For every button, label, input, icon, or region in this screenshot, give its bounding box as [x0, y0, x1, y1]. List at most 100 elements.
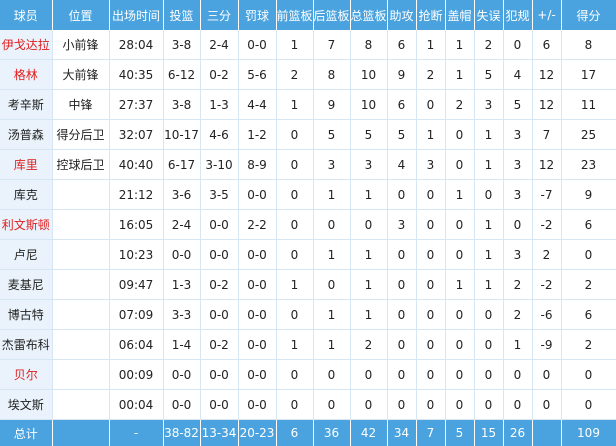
cell-defensive-rebounds: 1 — [313, 180, 350, 210]
cell-position — [52, 180, 109, 210]
cell-points: 2 — [561, 270, 616, 300]
cell-offensive-rebounds: 1 — [276, 330, 313, 360]
column-header-free-throws: 罚球 — [238, 0, 276, 30]
player-row: 格林大前锋40:356-120-25-62810921541217 — [0, 60, 616, 90]
column-header-field-goals: 投篮 — [163, 0, 200, 30]
cell-turnovers: 0 — [474, 360, 503, 390]
cell-points: 9 — [561, 180, 616, 210]
cell-steals: 3 — [416, 150, 445, 180]
player-name: 汤普森 — [0, 120, 52, 150]
cell-plus-minus: -9 — [532, 330, 561, 360]
player-name[interactable]: 格林 — [0, 60, 52, 90]
cell-total-rebounds: 1 — [350, 270, 387, 300]
player-name[interactable]: 贝尔 — [0, 360, 52, 390]
cell-field-goals: 3-8 — [163, 30, 200, 60]
cell-turnovers: 0 — [474, 300, 503, 330]
total-total-rebounds: 42 — [350, 420, 387, 446]
column-header-minutes: 出场时间 — [109, 0, 163, 30]
player-name: 杰雷布科 — [0, 330, 52, 360]
cell-three-pointers: 0-2 — [200, 330, 238, 360]
cell-turnovers: 1 — [474, 150, 503, 180]
cell-field-goals: 1-3 — [163, 270, 200, 300]
cell-three-pointers: 0-2 — [200, 270, 238, 300]
cell-offensive-rebounds: 0 — [276, 120, 313, 150]
total-free-throws: 20-23 — [238, 420, 276, 446]
cell-total-rebounds: 8 — [350, 30, 387, 60]
total-plus-minus — [532, 420, 561, 446]
cell-offensive-rebounds: 0 — [276, 390, 313, 420]
cell-total-rebounds: 2 — [350, 330, 387, 360]
cell-steals: 0 — [416, 240, 445, 270]
cell-plus-minus: 2 — [532, 240, 561, 270]
cell-points: 8 — [561, 30, 616, 60]
total-assists: 34 — [387, 420, 416, 446]
cell-steals: 0 — [416, 330, 445, 360]
cell-free-throws: 0-0 — [238, 180, 276, 210]
cell-assists: 0 — [387, 240, 416, 270]
cell-offensive-rebounds: 1 — [276, 30, 313, 60]
cell-three-pointers: 1-3 — [200, 90, 238, 120]
cell-turnovers: 1 — [474, 270, 503, 300]
cell-turnovers: 1 — [474, 210, 503, 240]
cell-fouls: 0 — [503, 30, 532, 60]
player-name[interactable]: 利文斯顿 — [0, 210, 52, 240]
cell-free-throws: 1-2 — [238, 120, 276, 150]
cell-field-goals: 10-17 — [163, 120, 200, 150]
cell-three-pointers: 2-4 — [200, 30, 238, 60]
cell-blocks: 2 — [445, 90, 474, 120]
cell-steals: 0 — [416, 180, 445, 210]
cell-plus-minus: 7 — [532, 120, 561, 150]
cell-turnovers: 2 — [474, 30, 503, 60]
column-header-position: 位置 — [52, 0, 109, 30]
cell-three-pointers: 4-6 — [200, 120, 238, 150]
cell-plus-minus: 12 — [532, 90, 561, 120]
column-header-total-rebounds: 总篮板 — [350, 0, 387, 30]
cell-position: 小前锋 — [52, 30, 109, 60]
cell-offensive-rebounds: 0 — [276, 180, 313, 210]
cell-free-throws: 0-0 — [238, 240, 276, 270]
total-offensive-rebounds: 6 — [276, 420, 313, 446]
total-blocks: 5 — [445, 420, 474, 446]
player-name: 埃文斯 — [0, 390, 52, 420]
cell-free-throws: 2-2 — [238, 210, 276, 240]
cell-turnovers: 0 — [474, 180, 503, 210]
cell-points: 0 — [561, 360, 616, 390]
cell-field-goals: 1-4 — [163, 330, 200, 360]
cell-total-rebounds: 0 — [350, 360, 387, 390]
cell-three-pointers: 0-0 — [200, 300, 238, 330]
column-header-turnovers: 失误 — [474, 0, 503, 30]
total-position — [52, 420, 109, 446]
cell-position — [52, 360, 109, 390]
cell-field-goals: 0-0 — [163, 360, 200, 390]
cell-offensive-rebounds: 0 — [276, 300, 313, 330]
cell-minutes: 10:23 — [109, 240, 163, 270]
cell-three-pointers: 0-0 — [200, 210, 238, 240]
player-row: 伊戈达拉小前锋28:043-82-40-01786112068 — [0, 30, 616, 60]
cell-minutes: 32:07 — [109, 120, 163, 150]
cell-defensive-rebounds: 1 — [313, 240, 350, 270]
cell-turnovers: 1 — [474, 120, 503, 150]
cell-position — [52, 240, 109, 270]
column-header-assists: 助攻 — [387, 0, 416, 30]
cell-points: 25 — [561, 120, 616, 150]
player-row: 汤普森得分后卫32:0710-174-61-205551013725 — [0, 120, 616, 150]
cell-points: 23 — [561, 150, 616, 180]
cell-turnovers: 0 — [474, 330, 503, 360]
player-name[interactable]: 伊戈达拉 — [0, 30, 52, 60]
cell-fouls: 5 — [503, 90, 532, 120]
cell-steals: 0 — [416, 390, 445, 420]
player-name: 卢尼 — [0, 240, 52, 270]
cell-assists: 0 — [387, 270, 416, 300]
totals-row: 总计-38-8213-3420-236364234751526109 — [0, 420, 616, 446]
cell-blocks: 1 — [445, 180, 474, 210]
cell-offensive-rebounds: 0 — [276, 240, 313, 270]
cell-assists: 5 — [387, 120, 416, 150]
cell-steals: 0 — [416, 300, 445, 330]
cell-blocks: 0 — [445, 240, 474, 270]
cell-field-goals: 6-12 — [163, 60, 200, 90]
player-row: 库里控球后卫40:406-173-108-9033430131223 — [0, 150, 616, 180]
cell-minutes: 40:40 — [109, 150, 163, 180]
player-name[interactable]: 库里 — [0, 150, 52, 180]
cell-defensive-rebounds: 9 — [313, 90, 350, 120]
cell-position: 得分后卫 — [52, 120, 109, 150]
